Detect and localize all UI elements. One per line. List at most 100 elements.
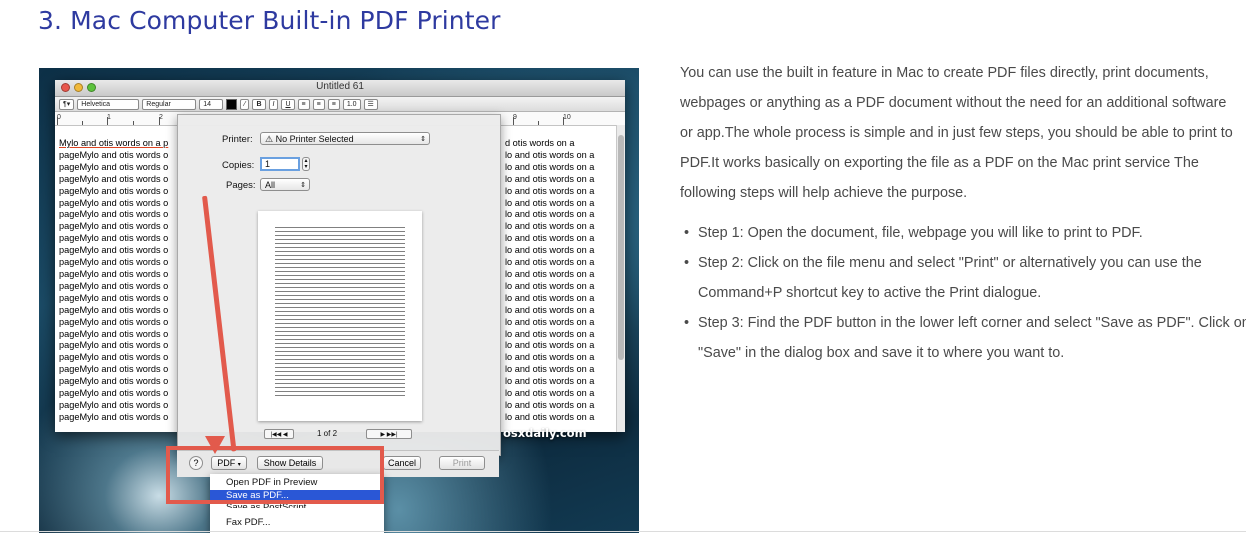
document-line: lo and otis words on a (505, 209, 595, 220)
steps-list: Step 1: Open the document, file, webpage… (680, 218, 1246, 368)
document-line: d otis words on a (505, 138, 575, 148)
document-line: lo and otis words on a (505, 197, 595, 208)
copies-label: Copies: (222, 160, 255, 171)
updown-chevron-icon: ⇕ (300, 182, 306, 189)
document-line: pageMylo and otis words o (59, 328, 169, 339)
document-line: pageMylo and otis words o (59, 304, 169, 315)
document-line: lo and otis words on a (505, 304, 595, 315)
first-previous-page-button[interactable]: |◀◀ ◀ (264, 429, 294, 439)
document-line: pageMylo and otis words o (59, 340, 169, 351)
tutorial-screenshot: Untitled 61 ¶▾ Helvetica Regular 14 ⁄ B … (39, 68, 639, 533)
underline-button[interactable]: U (281, 98, 295, 110)
watermark: osxdaily.com (503, 426, 587, 440)
warning-icon: ⚠ (265, 134, 274, 144)
article-heading: 3. Mac Computer Built-in PDF Printer (38, 6, 501, 35)
window-title: Untitled 61 (316, 81, 364, 92)
document-line: Mylo and otis words on a p (59, 138, 169, 148)
printer-popup[interactable]: ⚠ No Printer Selected ⇕ (260, 132, 430, 145)
document-line: lo and otis words on a (505, 173, 595, 184)
printer-label: Printer: (222, 134, 253, 145)
document-line: lo and otis words on a (505, 316, 595, 327)
document-line: pageMylo and otis words o (59, 376, 169, 387)
line-spacing-popup[interactable]: 1.0 (342, 98, 361, 110)
document-line: pageMylo and otis words o (59, 161, 169, 172)
document-line: pageMylo and otis words o (59, 411, 169, 422)
step-item: Step 1: Open the document, file, webpage… (684, 218, 1246, 248)
document-line: pageMylo and otis words o (59, 257, 169, 268)
document-line: lo and otis words on a (505, 280, 595, 291)
font-size-field[interactable]: 14 (199, 98, 224, 110)
pages-popup[interactable]: All ⇕ (260, 178, 310, 191)
document-line: lo and otis words on a (505, 352, 595, 363)
step-item: Step 2: Click on the file menu and selec… (684, 248, 1246, 308)
highlight-color-button[interactable]: ⁄ (240, 98, 250, 110)
ruler-number: 10 (563, 114, 571, 121)
print-button[interactable]: Print (439, 456, 485, 470)
document-line: lo and otis words on a (505, 233, 595, 244)
document-line: lo and otis words on a (505, 364, 595, 375)
document-line: lo and otis words on a (505, 257, 595, 268)
preview-text-lines (275, 227, 405, 399)
document-line: pageMylo and otis words o (59, 197, 169, 208)
pages-value: All (265, 180, 276, 190)
document-line: lo and otis words on a (505, 376, 595, 387)
printer-value: No Printer Selected (275, 134, 354, 144)
document-line: pageMylo and otis words o (59, 209, 169, 220)
align-justify-icon[interactable]: ≡ (327, 98, 340, 110)
document-line: lo and otis words on a (505, 161, 595, 172)
document-line: lo and otis words on a (505, 245, 595, 256)
document-line: pageMylo and otis words o (59, 245, 169, 256)
document-line: pageMylo and otis words o (59, 233, 169, 244)
document-line: pageMylo and otis words o (59, 292, 169, 303)
pages-label: Pages: (226, 180, 256, 191)
italic-button[interactable]: I (268, 98, 279, 110)
text-color-swatch[interactable] (226, 98, 238, 110)
document-line: lo and otis words on a (505, 292, 595, 303)
document-line: lo and otis words on a (505, 268, 595, 279)
document-line: pageMylo and otis words o (59, 388, 169, 399)
document-line: pageMylo and otis words o (59, 352, 169, 363)
paragraph-style-popup[interactable]: ¶▾ (59, 98, 75, 110)
document-line: lo and otis words on a (505, 149, 595, 160)
preview-pager: |◀◀ ◀ 1 of 2 ▶ ▶▶| (264, 429, 412, 441)
copies-stepper[interactable]: ▴ ▾ (302, 157, 310, 171)
window-titlebar: Untitled 61 (55, 80, 625, 97)
document-line: pageMylo and otis words o (59, 268, 169, 279)
menu-item-fax-pdf[interactable]: Fax PDF... (210, 517, 384, 529)
font-family-popup[interactable]: Helvetica (77, 98, 140, 110)
document-line: pageMylo and otis words o (59, 364, 169, 375)
document-line: pageMylo and otis words o (59, 399, 169, 410)
align-left-icon[interactable]: ≡ (297, 98, 310, 110)
format-toolbar: ¶▾ Helvetica Regular 14 ⁄ B I U ≡ ≡ ≡ 1.… (55, 97, 625, 112)
document-line: lo and otis words on a (505, 388, 595, 399)
annotation-highlight-box (166, 446, 384, 504)
list-bullets-icon[interactable]: ☰ (363, 98, 378, 110)
font-style-popup[interactable]: Regular (142, 98, 197, 110)
cancel-button[interactable]: Cancel (383, 456, 421, 470)
print-preview-page (258, 211, 422, 421)
document-line: pageMylo and otis words o (59, 280, 169, 291)
step-item: Step 3: Find the PDF button in the lower… (684, 308, 1246, 368)
document-line: lo and otis words on a (505, 399, 595, 410)
vertical-scrollbar[interactable] (616, 125, 625, 432)
document-line: pageMylo and otis words o (59, 221, 169, 232)
scrollbar-thumb[interactable] (618, 135, 624, 360)
document-line: lo and otis words on a (505, 340, 595, 351)
document-line: pageMylo and otis words o (59, 149, 169, 160)
align-center-icon[interactable]: ≡ (312, 98, 325, 110)
document-line: lo and otis words on a (505, 221, 595, 232)
document-line: lo and otis words on a (505, 328, 595, 339)
document-text-left[interactable]: Mylo and otis words on a p pageMylo and … (59, 138, 179, 424)
document-line: lo and otis words on a (505, 411, 595, 422)
document-line: pageMylo and otis words o (59, 316, 169, 327)
copies-field[interactable]: 1 (260, 157, 300, 171)
intro-paragraph: You can use the built in feature in Mac … (680, 65, 1233, 201)
document-line: pageMylo and otis words o (59, 185, 169, 196)
document-line: pageMylo and otis words o (59, 173, 169, 184)
next-last-page-button[interactable]: ▶ ▶▶| (366, 429, 412, 439)
bold-button[interactable]: B (252, 98, 266, 110)
section-divider (0, 531, 1246, 532)
document-line: lo and otis words on a (505, 185, 595, 196)
page-indicator: 1 of 2 (317, 429, 338, 438)
document-text-right[interactable]: d otis words on a lo and otis words on a… (505, 138, 615, 424)
